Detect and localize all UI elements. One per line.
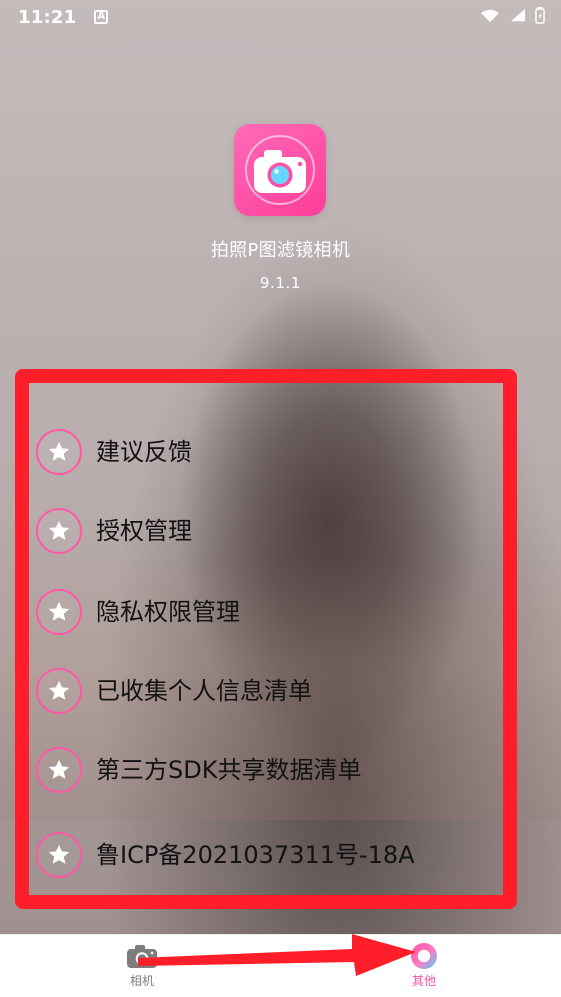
tab-camera[interactable]: 相机 [82,941,202,997]
menu-item-label: 第三方SDK共享数据清单 [96,756,362,784]
menu-item-label: 鲁ICP备2021037311号-18A [96,841,415,869]
star-icon [36,832,82,878]
menu-item-authorization[interactable]: 授权管理 [36,507,192,555]
star-icon [36,668,82,714]
camera-icon [125,941,159,971]
menu-item-privacy-permissions[interactable]: 隐私权限管理 [36,588,240,636]
menu-item-collected-info-list[interactable]: 已收集个人信息清单 [36,667,312,715]
menu-item-label: 授权管理 [96,517,192,545]
menu-item-label: 已收集个人信息清单 [96,677,312,705]
tab-label: 相机 [129,974,154,988]
star-icon [36,508,82,554]
star-icon [36,589,82,635]
ring-icon [407,941,441,971]
menu-item-third-party-sdk-list[interactable]: 第三方SDK共享数据清单 [36,746,361,794]
menu-item-label: 隐私权限管理 [96,598,240,626]
menu-item-icp-record[interactable]: 鲁ICP备2021037311号-18A [36,831,415,879]
menu-item-feedback[interactable]: 建议反馈 [36,428,192,476]
settings-menu: 建议反馈 授权管理 隐私权限管理 已收集个人信息清单 第三方SDK共享数据清单 … [0,0,561,934]
tab-other[interactable]: 其他 [364,941,484,997]
star-icon [36,429,82,475]
star-icon [36,747,82,793]
bottom-tab-bar: 相机 其他 [0,934,561,997]
menu-item-label: 建议反馈 [96,438,192,466]
tab-label: 其他 [411,974,436,988]
